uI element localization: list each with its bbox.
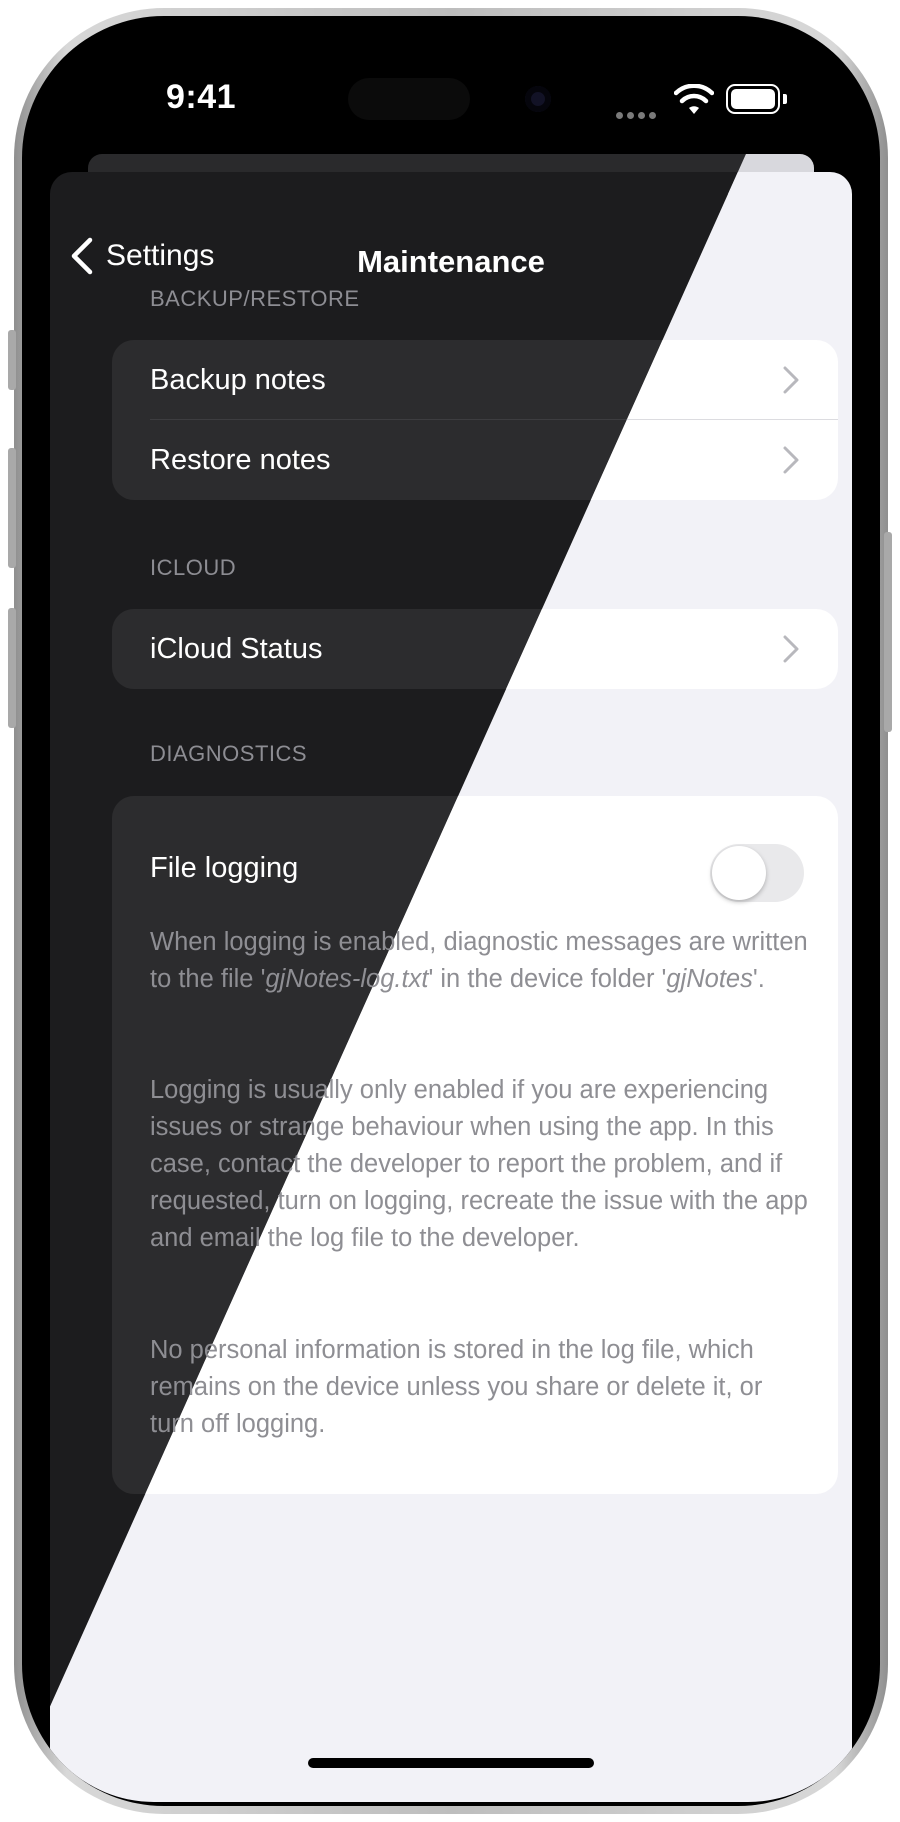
power-button	[884, 532, 892, 732]
backup-notes-label: Backup notes	[150, 364, 326, 396]
section-header-backup: BACKUP/RESTORE	[150, 286, 360, 311]
volume-up-button	[8, 448, 16, 568]
section-header-icloud: ICLOUD	[150, 555, 237, 580]
log-folder: gjNotes	[666, 965, 753, 993]
chevron-right-icon	[783, 366, 799, 394]
icloud-status-label: iCloud Status	[150, 633, 323, 665]
home-indicator[interactable]	[308, 1758, 594, 1768]
chevron-right-icon	[783, 446, 799, 474]
action-button	[8, 330, 16, 390]
section-header-diagnostics: DIAGNOSTICS	[150, 741, 308, 766]
file-logging-label: File logging	[150, 852, 299, 884]
volume-down-button	[8, 608, 16, 728]
phone-screen: 9:41 Settings Maintenance BACKUP/RESTORE…	[26, 20, 876, 1802]
logging-description-3: No personal information is stored in the…	[150, 1336, 763, 1438]
file-logging-toggle[interactable]	[710, 844, 804, 902]
restore-notes-label: Restore notes	[150, 444, 331, 476]
toggle-knob	[712, 846, 766, 900]
chevron-right-icon	[783, 635, 799, 663]
